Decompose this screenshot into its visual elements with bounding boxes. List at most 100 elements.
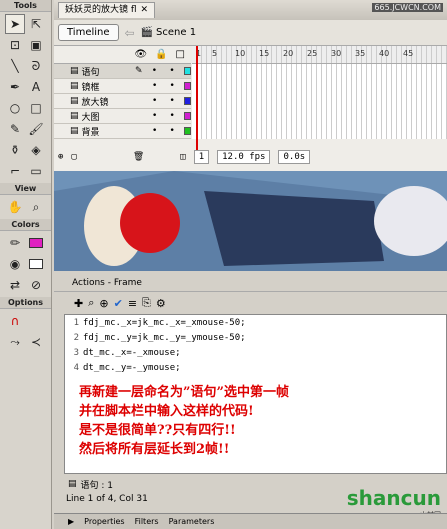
add-folder-icon[interactable]: ▢	[71, 152, 76, 162]
add-action-icon[interactable]: ✚	[74, 297, 83, 310]
layer-name: 放大镜	[81, 97, 109, 108]
oval-tool-icon[interactable]: ○	[5, 98, 25, 118]
magnifier-circle[interactable]	[120, 193, 180, 253]
onion-skin-icon[interactable]: ◫	[180, 152, 185, 162]
view-header: View	[0, 183, 51, 195]
layer-row[interactable]: ▤ 大图 • •	[54, 109, 191, 124]
paint-bucket-icon[interactable]: ◈	[26, 140, 46, 160]
smooth-icon[interactable]: ⤳	[5, 332, 25, 352]
ruler-label: 5	[212, 49, 218, 58]
timeline-button[interactable]: Timeline	[58, 24, 119, 41]
annotation-line: 是不是很简单??只有四行!!	[79, 423, 236, 438]
layer-row[interactable]: ▤ 镜框 • •	[54, 79, 191, 94]
layer-color[interactable]	[183, 112, 191, 120]
target-icon[interactable]: ⊕	[99, 297, 108, 310]
scene-breadcrumb[interactable]: 🎬 Scene 1	[141, 27, 196, 38]
code-text: fdj_mc._y=jk_mc._y=_ymouse-50;	[83, 332, 246, 343]
layer-row[interactable]: ▤ 放大镜 • •	[54, 94, 191, 109]
layer-color[interactable]	[183, 97, 191, 105]
annotation-line: 然后将所有层延长到2帧!!	[79, 442, 230, 457]
layer-icon: ▤	[70, 126, 79, 136]
actions-panel-header[interactable]: Actions - Frame	[54, 278, 447, 292]
timeline-panel: 👁 🔒 □ 1 5 10 15 20 25 30 35 40 45 ▤ 语句 ✎ • • ▤ 镜框 • • ▤ 放…	[54, 46, 447, 171]
zoom-tool-icon[interactable]: ⌕	[26, 197, 46, 217]
frame-ruler[interactable]: 1 5 10 15 20 25 30 35 40 45	[192, 46, 447, 64]
stage-canvas[interactable]	[54, 171, 447, 271]
script-editor[interactable]: 1 fdj_mc._x=jk_mc._x=_xmouse-50; 2 fdj_mc.…	[64, 314, 447, 474]
outline-icon[interactable]: □	[176, 49, 185, 60]
document-tab-label: 妖妖灵的放大镜 fl	[65, 5, 137, 15]
tab-parameters[interactable]: Parameters	[169, 517, 215, 526]
line-tool-icon[interactable]: ╲	[5, 56, 25, 76]
stroke-color-icon[interactable]: ✏	[5, 233, 25, 253]
colors-header: Colors	[0, 219, 51, 231]
ruler-label: 40	[379, 49, 390, 58]
layer-row[interactable]: ▤ 语句 ✎ • •	[54, 64, 191, 79]
layer-name: 背景	[81, 127, 100, 138]
document-titlebar: 妖妖灵的放大镜 fl ✕ 665.JCWCN.COM	[54, 0, 447, 20]
tools-panel: Tools ➤ ⇱ ⊡ ▣ ╲ ᘐ ✒ A ○ □ ✎ 🖌 ⚱ ◈ ⌐ ▭ Vi…	[0, 0, 52, 529]
layer-color[interactable]	[183, 82, 191, 90]
eyedropper-icon[interactable]: ⌐	[5, 161, 25, 181]
pen-tool-icon[interactable]: ✒	[5, 77, 25, 97]
annotation-text: 再新建一层命名为”语句”选中第一帧 并在脚本栏中输入这样的代码! 是不是很简单?…	[79, 383, 289, 459]
ink-bottle-icon[interactable]: ⚱	[5, 140, 25, 160]
format-icon[interactable]: ≡	[128, 297, 137, 310]
pencil-tool-icon[interactable]: ✎	[5, 119, 25, 139]
script-tab[interactable]: ▤ 语句 : 1	[68, 476, 188, 492]
code-hint-icon[interactable]: ⎘	[142, 296, 151, 310]
fill-transform-icon[interactable]: ▣	[26, 35, 46, 55]
layer-row[interactable]: ▤ 背景 • •	[54, 124, 191, 139]
find-icon[interactable]: ⌕	[88, 296, 94, 310]
stage-artwork	[54, 171, 447, 271]
actions-toolbar: ✚ ⌕ ⊕ ✔ ≡ ⎘ ⚙	[54, 294, 447, 312]
tab-properties[interactable]: Properties	[84, 517, 124, 526]
scene-label: Scene 1	[156, 27, 197, 38]
layer-name: 语句	[81, 67, 100, 78]
layer-name: 大图	[81, 112, 100, 123]
subselect-tool-icon[interactable]: ⇱	[26, 14, 46, 34]
snap-magnet-icon[interactable]: ∩	[5, 311, 25, 331]
delete-layer-icon[interactable]: 🗑	[133, 152, 144, 162]
layer-header: 👁 🔒 □	[54, 46, 191, 64]
stroke-swatch[interactable]	[26, 233, 46, 253]
ruler-label: 15	[259, 49, 270, 58]
tools-header: Tools	[0, 0, 51, 12]
document-tab[interactable]: 妖妖灵的放大镜 fl ✕	[58, 2, 156, 18]
eraser-icon[interactable]: ▭	[26, 161, 46, 181]
arrow-tool-icon[interactable]: ➤	[5, 14, 25, 34]
lasso-tool-icon[interactable]: ᘐ	[26, 56, 46, 76]
timeline-toolbar: Timeline ⇦ 🎬 Scene 1	[54, 20, 447, 46]
free-transform-icon[interactable]: ⊡	[5, 35, 25, 55]
lock-icon[interactable]: 🔒	[155, 49, 167, 60]
debug-icon[interactable]: ⚙	[156, 297, 166, 310]
code-line: 1 fdj_mc._x=jk_mc._x=_xmouse-50;	[65, 315, 446, 330]
layer-color[interactable]	[183, 127, 191, 135]
text-tool-icon[interactable]: A	[26, 77, 46, 97]
main-area: 妖妖灵的放大镜 fl ✕ 665.JCWCN.COM Timeline ⇦ 🎬 Sc…	[54, 0, 447, 529]
playhead[interactable]	[196, 46, 198, 156]
code-text: fdj_mc._x=jk_mc._x=_xmouse-50;	[83, 317, 246, 328]
fill-color-icon[interactable]: ◉	[5, 254, 25, 274]
straighten-icon[interactable]: ≺	[26, 332, 46, 352]
eye-icon[interactable]: 👁	[134, 49, 147, 60]
check-syntax-icon[interactable]: ✔	[114, 297, 123, 310]
add-layer-icon[interactable]: ⊕	[58, 152, 63, 162]
ruler-label: 35	[355, 49, 366, 58]
no-color-icon[interactable]: ⊘	[26, 275, 46, 295]
tab-filters[interactable]: Filters	[135, 517, 159, 526]
logo-text: shancun	[346, 486, 441, 510]
close-icon[interactable]: ✕	[141, 3, 149, 18]
hand-tool-icon[interactable]: ✋	[5, 197, 25, 217]
layer-color[interactable]	[183, 67, 191, 75]
fill-swatch[interactable]	[26, 254, 46, 274]
expand-icon[interactable]: ▶	[68, 517, 74, 526]
frame-rate[interactable]: 12.0 fps	[217, 150, 271, 164]
script-tab-label: 语句 : 1	[80, 480, 113, 491]
frame-grid[interactable]	[192, 64, 447, 139]
rect-tool-icon[interactable]: □	[26, 98, 46, 118]
back-arrow-icon[interactable]: ⇦	[125, 26, 135, 40]
brush-tool-icon[interactable]: 🖌	[26, 119, 46, 139]
swap-colors-icon[interactable]: ⇄	[5, 275, 25, 295]
ruler-label: 10	[235, 49, 246, 58]
